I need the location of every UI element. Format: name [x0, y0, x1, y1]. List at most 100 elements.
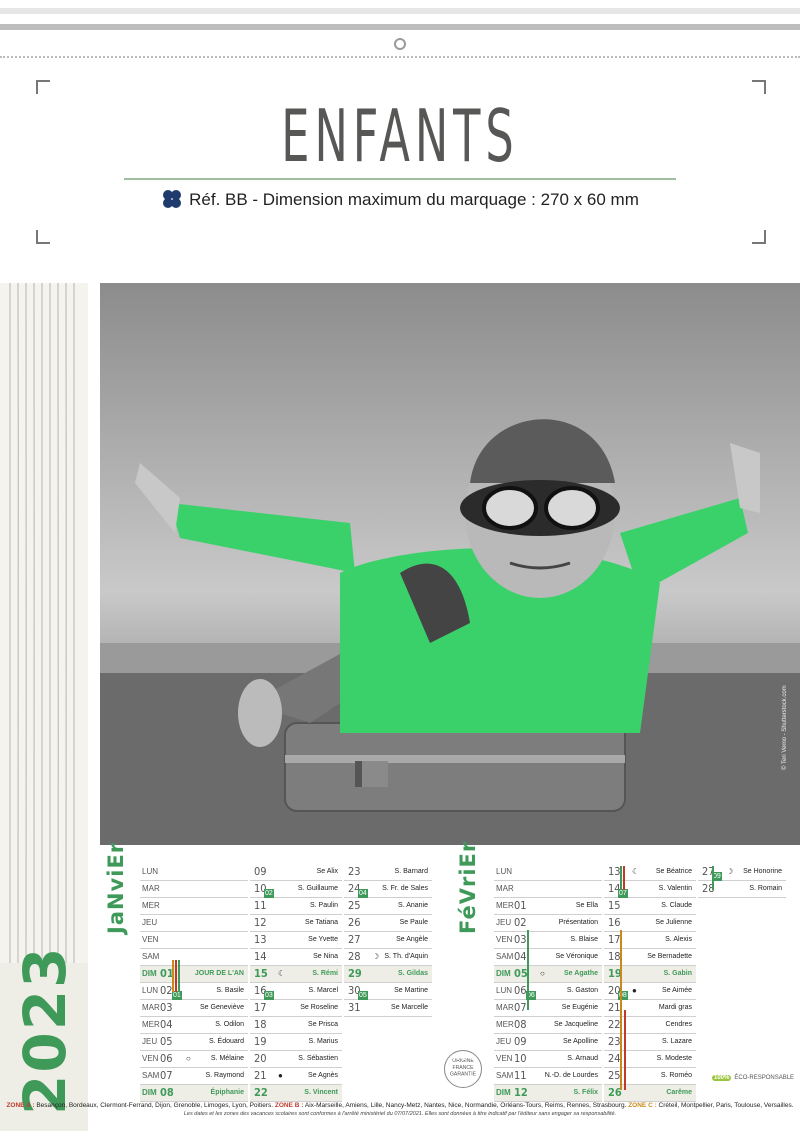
- calendar-day-row: 30 Se Martine 05: [344, 983, 432, 1000]
- weekday-label: MAR: [496, 884, 514, 893]
- saint-name: S. Gildas: [398, 970, 428, 977]
- page-title: ENFANTS: [281, 94, 519, 178]
- zone-a-text: Besançon, Bordeaux, Clermont-Ferrand, Di…: [36, 1102, 274, 1109]
- day-number: 20: [254, 1052, 267, 1065]
- saint-name: S. Raymond: [205, 1072, 244, 1079]
- day-number: 23: [348, 865, 361, 878]
- weekday-label: SAM: [142, 952, 160, 961]
- day-number: 18: [608, 950, 621, 963]
- day-number: 01: [160, 967, 174, 980]
- calendar-day-row: SAM 04 Se Véronique: [494, 949, 602, 966]
- saint-name: S. Roméo: [660, 1072, 692, 1079]
- saint-name: N.-D. de Lourdes: [544, 1072, 598, 1079]
- eco-badge: 100% ÉCO-RESPONSABLE: [712, 1075, 794, 1081]
- saint-name: S. Ananie: [398, 902, 428, 909]
- footer-note: Les dates et les zones des vacances scol…: [183, 1111, 617, 1117]
- saint-name: Mardi gras: [658, 1004, 692, 1011]
- child-aviator-photo: [100, 283, 800, 845]
- month-name-february: FéVriEr: [456, 840, 480, 934]
- calendar-day-row: SAM 07 S. Raymond: [140, 1068, 248, 1085]
- day-number: 06: [160, 1052, 173, 1065]
- holiday-marker-line: [620, 930, 622, 1090]
- reference-line: Réf. BB - Dimension maximum du marquage …: [0, 189, 800, 211]
- calendar-day-row: 18 Se Prisca: [250, 1017, 342, 1034]
- saint-name: Se Eugénie: [561, 1004, 598, 1011]
- january-column-2: 09 Se Alix 10 S. Guillaume 02 11 S. Paulin 12 Se…: [250, 864, 342, 1102]
- calendar-day-row: MAR 03 Se Geneviève: [140, 1000, 248, 1017]
- title-underline: [124, 178, 676, 180]
- calendar-day-row: VEN 03 S. Blaise: [494, 932, 602, 949]
- day-number: 12: [254, 916, 267, 929]
- day-number: 15: [608, 899, 621, 912]
- day-number: 16: [608, 916, 621, 929]
- week-number-badge: 04: [358, 889, 368, 898]
- saint-name: Se Jacqueline: [554, 1021, 598, 1028]
- calendar-day-row: 14 Se Nina: [250, 949, 342, 966]
- calendar-day-row: 20 ● Se Aimée 08: [604, 983, 696, 1000]
- saint-name: S. Marcel: [308, 987, 338, 994]
- calendar-day-row: VEN 06 ○ S. Mélaine: [140, 1051, 248, 1068]
- calendar-day-row: 16 Se Julienne: [604, 915, 696, 932]
- saint-name: Se Tatiana: [305, 919, 338, 926]
- holiday-marker-line: [172, 960, 174, 992]
- seal-text: ORIGINE FRANCE GARANTIE: [449, 1059, 477, 1078]
- moon-phase-icon: ○: [186, 1054, 191, 1063]
- saint-name: Se Bernadette: [647, 953, 692, 960]
- saint-name: S. Mélaine: [210, 1055, 244, 1062]
- day-number: 04: [514, 950, 527, 963]
- zone-a-label: ZONE A :: [6, 1102, 35, 1109]
- week-number-badge: 02: [264, 889, 274, 898]
- calendar-day-row: JEU 02 Présentation: [494, 915, 602, 932]
- calendar-day-row: 11 S. Paulin: [250, 898, 342, 915]
- calendar-day-row: 24 S. Modeste: [604, 1051, 696, 1068]
- calendar-day-row: LUN 06 S. Gaston 06: [494, 983, 602, 1000]
- calendar-day-row: 13 ☾ Se Béatrice: [604, 864, 696, 881]
- calendar-day-row: 25 S. Ananie: [344, 898, 432, 915]
- crop-mark: [36, 80, 50, 94]
- calendar-day-row: 16 S. Marcel 03: [250, 983, 342, 1000]
- saint-name: S. Fr. de Sales: [382, 885, 428, 892]
- calendar-day-row: MER 04 S. Odilon: [140, 1017, 248, 1034]
- calendar-day-row: MAR 07 Se Eugénie: [494, 1000, 602, 1017]
- calendar-day-row: LUN 02 S. Basile 01: [140, 983, 248, 1000]
- day-number: 08: [514, 1018, 527, 1031]
- calendar-day-row: 18 Se Bernadette: [604, 949, 696, 966]
- day-number: 11: [514, 1069, 527, 1082]
- eco-label: ÉCO-RESPONSABLE: [734, 1075, 795, 1081]
- day-number: 07: [160, 1069, 173, 1082]
- day-number: 04: [160, 1018, 173, 1031]
- top-band-light: [0, 8, 800, 14]
- holiday-marker-line: [712, 866, 714, 890]
- day-number: 09: [514, 1035, 527, 1048]
- saint-name: S. Gaston: [566, 987, 598, 994]
- moon-phase-icon: ☽: [372, 952, 380, 961]
- saint-name: Se Prisca: [308, 1021, 338, 1028]
- calendar-day-row: MAR: [140, 881, 248, 898]
- side-stripes: [0, 283, 88, 963]
- saint-name: Se Honorine: [743, 868, 782, 875]
- saint-name: S. Guillaume: [297, 885, 338, 892]
- calendar-day-row: 19 S. Marius: [250, 1034, 342, 1051]
- calendar-day-row: 22 S. Vincent: [250, 1085, 342, 1102]
- holiday-marker-line: [178, 960, 180, 992]
- day-number: 10: [514, 1052, 527, 1065]
- day-number: 17: [608, 933, 621, 946]
- day-number: 27: [348, 933, 361, 946]
- calendar-day-row: JEU 05 S. Édouard: [140, 1034, 248, 1051]
- day-number: 15: [254, 967, 268, 980]
- calendar-day-row: MAR: [494, 881, 602, 898]
- calendar-day-row: 15 S. Claude: [604, 898, 696, 915]
- holiday-marker-line: [620, 866, 622, 890]
- saint-name: S. Vincent: [304, 1089, 338, 1096]
- month-name-january: JaNviEr: [104, 841, 128, 934]
- saint-name: Se Alix: [316, 868, 338, 875]
- calendar-day-row: 25 S. Roméo: [604, 1068, 696, 1085]
- saint-name: Se Apolline: [562, 1038, 598, 1045]
- moon-phase-icon: ☾: [278, 969, 286, 978]
- day-number: 26: [348, 916, 361, 929]
- saint-name: S. Alexis: [665, 936, 692, 943]
- calendar-day-row: 19 S. Gabin: [604, 966, 696, 983]
- saint-name: Se Agathe: [564, 970, 598, 977]
- saint-name: Se Roseline: [300, 1004, 338, 1011]
- saint-name: Épiphanie: [210, 1089, 244, 1096]
